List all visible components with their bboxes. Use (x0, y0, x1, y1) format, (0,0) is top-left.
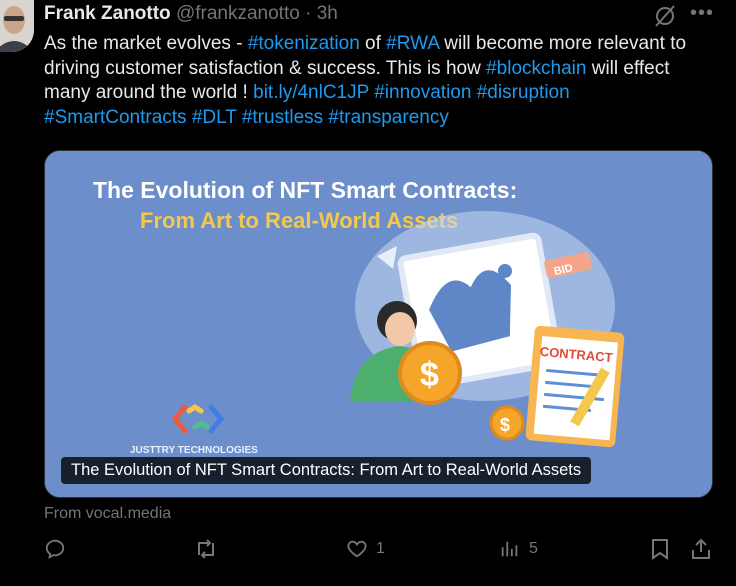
like-count: 1 (376, 540, 385, 557)
bookmark-button[interactable] (650, 538, 670, 560)
post-link[interactable]: #trustless (242, 107, 323, 128)
author-handle[interactable]: @frankzanotto (176, 3, 300, 24)
post-link[interactable]: #blockchain (486, 58, 586, 79)
post-link[interactable]: #innovation (374, 82, 471, 103)
post-link[interactable]: #SmartContracts (44, 107, 187, 128)
svg-text:$: $ (500, 415, 510, 435)
like-button[interactable]: 1 (346, 538, 385, 560)
share-icon (692, 538, 710, 559)
grok-icon[interactable] (652, 4, 678, 28)
link-card[interactable]: The Evolution of NFT Smart Contracts: Fr… (44, 150, 713, 498)
author-name[interactable]: Frank Zanotto (44, 3, 171, 24)
views-button[interactable]: 5 (499, 538, 538, 560)
card-source[interactable]: From vocal.media (44, 505, 171, 523)
post-link[interactable]: #disruption (477, 82, 570, 103)
card-image-title-1: The Evolution of NFT Smart Contracts: (93, 177, 517, 203)
reply-icon (45, 539, 65, 559)
views-count: 5 (529, 540, 538, 557)
card-caption: The Evolution of NFT Smart Contracts: Fr… (61, 457, 592, 484)
more-options-icon[interactable]: ••• (690, 2, 714, 25)
bookmark-icon (652, 539, 668, 560)
separator-dot: · (305, 3, 312, 24)
repost-button[interactable] (194, 538, 226, 560)
card-image: The Evolution of NFT Smart Contracts: Fr… (45, 151, 712, 497)
views-icon (501, 541, 518, 557)
post-link[interactable]: #DLT (192, 107, 237, 128)
action-bar: 1 5 (44, 538, 720, 568)
heart-icon (347, 540, 367, 558)
card-image-brand: JUSTTRY TECHNOLOGIES (130, 445, 258, 456)
post-time[interactable]: 3h (317, 3, 338, 24)
post-link[interactable]: #RWA (386, 33, 439, 54)
post-text-segment: As the market evolves - (44, 33, 248, 54)
post-header: Frank Zanotto @frankzanotto · 3h (44, 3, 338, 25)
post-text-segment: of (359, 33, 387, 54)
repost-icon (198, 539, 214, 559)
post-text: As the market evolves - #tokenization of… (44, 32, 714, 130)
post-link[interactable]: #tokenization (248, 33, 360, 54)
avatar[interactable] (0, 0, 34, 52)
post-link[interactable]: bit.ly/4nlC1JP (253, 82, 369, 103)
svg-text:$: $ (420, 356, 439, 394)
share-button[interactable] (690, 538, 712, 560)
reply-button[interactable] (44, 538, 74, 560)
post-link[interactable]: #transparency (328, 107, 448, 128)
